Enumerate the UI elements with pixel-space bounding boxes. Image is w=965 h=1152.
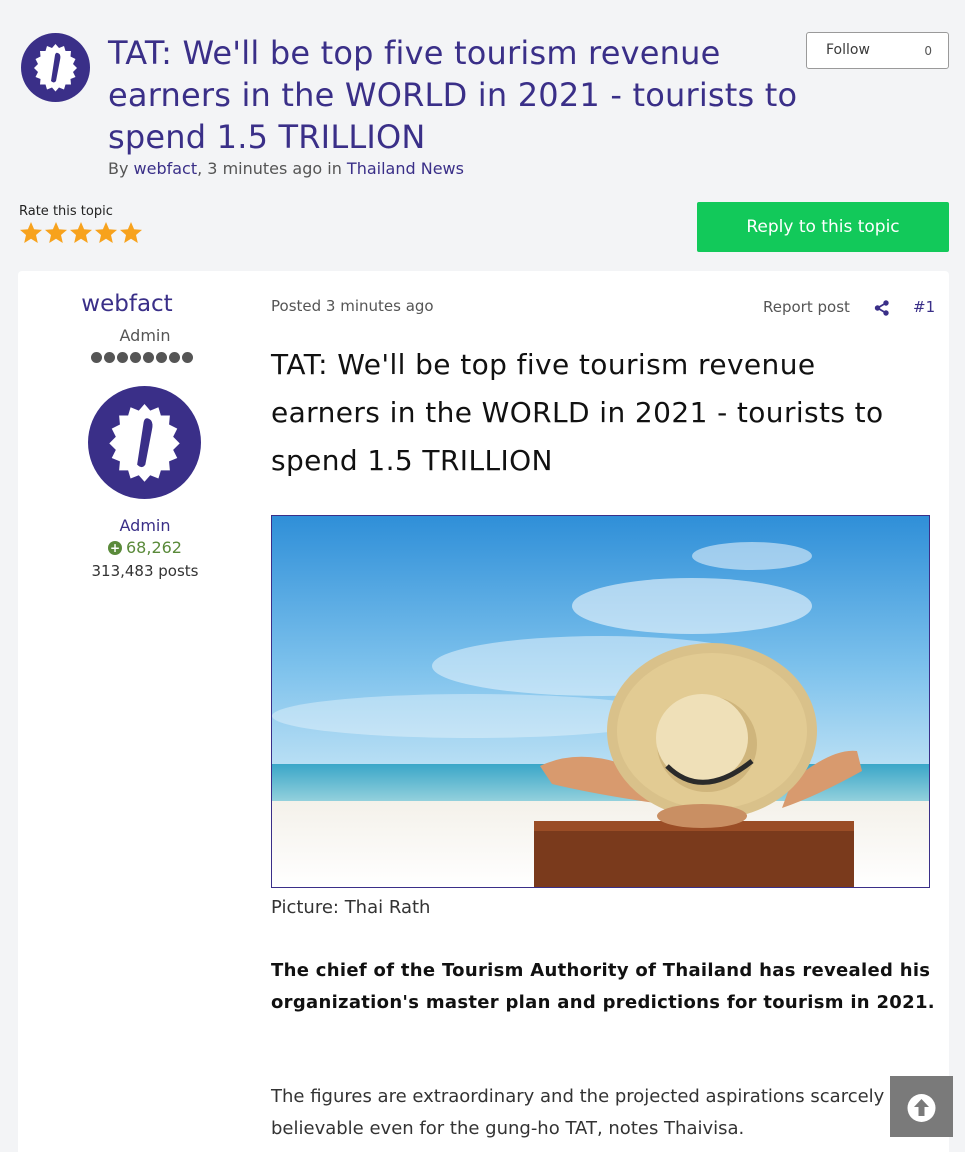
paragraph-lead: The chief of the Tourism Authority of Th…: [271, 960, 935, 1013]
rank-pip: [182, 352, 193, 363]
rank-pip: [143, 352, 154, 363]
rate-label: Rate this topic: [19, 204, 113, 219]
star-icon[interactable]: [119, 221, 143, 245]
rating-stars[interactable]: [19, 221, 143, 245]
reputation: +68,262: [0, 538, 290, 557]
post-count: 313,483 posts: [91, 562, 199, 580]
rank-pip: [117, 352, 128, 363]
share-icon[interactable]: [873, 299, 891, 317]
star-icon[interactable]: [19, 221, 43, 245]
paragraph-body: The figures are extraordinary and the pr…: [271, 1086, 885, 1139]
forum-link[interactable]: Thailand News: [347, 159, 464, 178]
rank-pip: [130, 352, 141, 363]
report-post-link[interactable]: Report post: [763, 298, 850, 316]
avatar[interactable]: [88, 386, 201, 499]
star-icon[interactable]: [94, 221, 118, 245]
image-caption: Picture: Thai Rath: [271, 897, 431, 918]
follower-count: 0: [924, 44, 932, 58]
follow-label: Follow: [826, 42, 870, 58]
scroll-to-top-button[interactable]: [890, 1076, 953, 1137]
byline-middle: , 3 minutes ago in: [197, 159, 347, 178]
byline: By webfact, 3 minutes ago in Thailand Ne…: [108, 159, 464, 178]
rank-pip: [156, 352, 167, 363]
author-title: Admin: [119, 326, 171, 345]
byline-prefix: By: [108, 159, 134, 178]
post-heading: TAT: We'll be top five tourism revenue e…: [271, 348, 884, 477]
rank-pip: [91, 352, 102, 363]
star-icon[interactable]: [69, 221, 93, 245]
posted-time[interactable]: Posted 3 minutes ago: [271, 297, 434, 315]
rank-pip: [169, 352, 180, 363]
author-group: Admin: [119, 516, 171, 535]
author-name[interactable]: webfact: [0, 291, 254, 317]
topic-title: TAT: We'll be top five tourism revenue e…: [108, 34, 798, 156]
beach-photo[interactable]: [271, 515, 930, 888]
star-icon[interactable]: [44, 221, 68, 245]
author-link[interactable]: webfact: [134, 159, 198, 178]
rank-pips: [91, 352, 193, 363]
site-logo[interactable]: [21, 33, 90, 102]
plus-circle-icon: +: [108, 541, 122, 555]
reputation-value: 68,262: [126, 538, 182, 557]
arrow-up-circle-icon: [907, 1094, 936, 1122]
rank-pip: [104, 352, 115, 363]
follow-button[interactable]: Follow 0: [806, 32, 949, 69]
post-number-link[interactable]: #1: [913, 298, 935, 316]
reply-button[interactable]: Reply to this topic: [697, 202, 949, 252]
